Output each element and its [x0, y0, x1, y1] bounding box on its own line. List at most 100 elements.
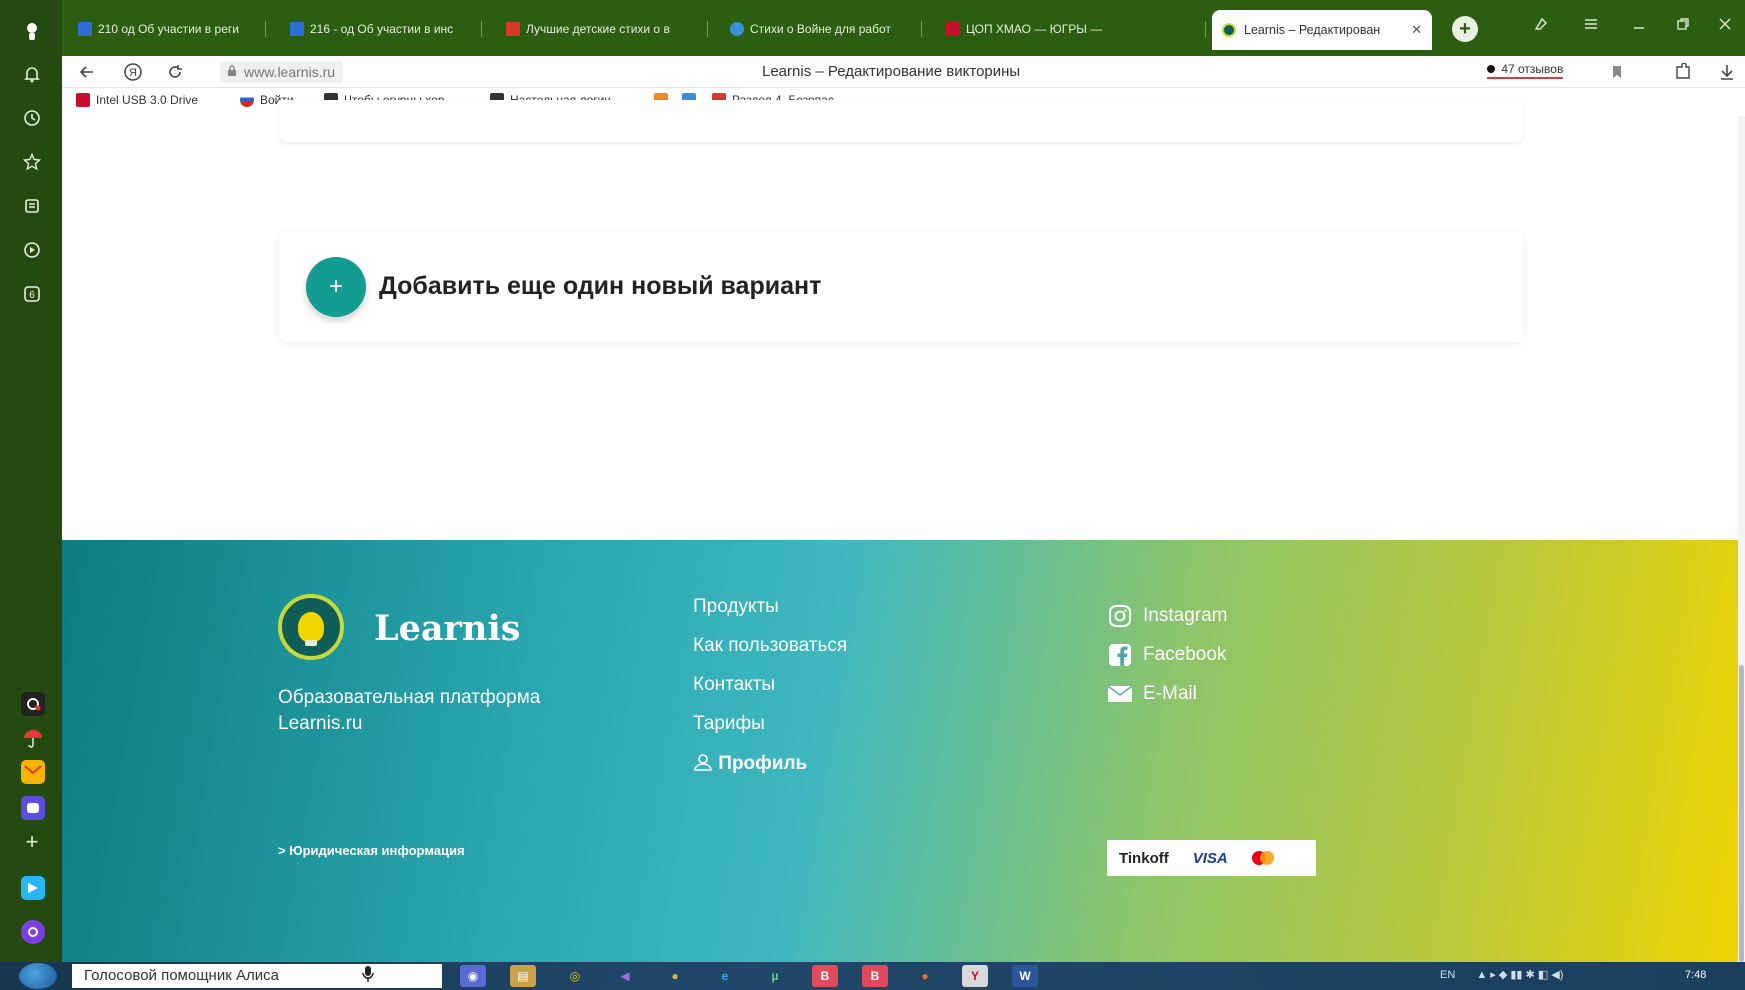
previous-variant-card [279, 100, 1523, 142]
utorrent-taskbar-icon[interactable]: µ [762, 965, 788, 987]
legal-info-link[interactable]: > Юридическая информация [278, 843, 465, 858]
email-label: E-Mail [1143, 682, 1197, 704]
tablet-mode-icon[interactable] [1530, 16, 1552, 37]
reviews-link[interactable]: 47 отзывов [1487, 62, 1564, 79]
footer-link-pricing[interactable]: Тарифы [693, 713, 847, 752]
close-window-icon[interactable] [1714, 16, 1736, 36]
system-tray[interactable]: EN ▲ ▸ ◆ ▮▮ ✱ ◧ ◀) [1440, 968, 1563, 981]
tab-2[interactable]: 216 - од Об участии в инс [282, 14, 482, 44]
reload-icon[interactable] [164, 61, 186, 83]
scrollbar-thumb[interactable] [1739, 665, 1744, 962]
taskbar-clock[interactable]: 7:48 [1685, 969, 1706, 981]
footer-link-profile[interactable]: Профиль [693, 752, 847, 791]
browser-taskbar-icon[interactable]: ● [912, 965, 938, 987]
profile-label: Профиль [718, 753, 808, 774]
tab-3-title: Лучшие детские стихи о в [526, 22, 670, 36]
ie-taskbar-icon[interactable]: e [712, 965, 738, 987]
site-footer: Learnis Образовательная платформа Learni… [62, 540, 1745, 962]
menu-icon[interactable] [1580, 16, 1602, 36]
mail-icon [1107, 681, 1133, 707]
yandex-icon[interactable]: Я [122, 61, 144, 83]
instagram-icon [1107, 603, 1133, 629]
tab-3[interactable]: Лучшие детские стихи о в [498, 14, 708, 44]
add-variant-button[interactable]: + [306, 257, 366, 317]
browser-side-panel: 6 + [0, 0, 62, 962]
new-tab-button[interactable]: + [1452, 16, 1478, 42]
microphone-icon[interactable] [362, 965, 374, 988]
social-instagram[interactable]: Instagram [1107, 596, 1227, 635]
tab-1-title: 210 од Об участии в реги [98, 22, 239, 36]
add-app-icon[interactable]: + [20, 830, 44, 854]
footer-nav: Продукты Как пользоваться Контакты Тариф… [693, 596, 847, 791]
document-icon [78, 22, 92, 36]
start-button-icon[interactable] [19, 963, 57, 989]
counter-badge-icon[interactable]: 6 [20, 282, 44, 306]
play-icon[interactable] [20, 238, 44, 262]
learnis-logo[interactable] [278, 594, 344, 660]
notifications-icon[interactable] [20, 62, 44, 86]
learnis-favicon-icon [1222, 23, 1236, 37]
tab-1[interactable]: 210 од Об участии в реги [70, 14, 266, 44]
tray-icons[interactable]: ▲ ▸ ◆ ▮▮ ✱ ◧ ◀) [1476, 969, 1563, 981]
pdf2-taskbar-icon[interactable]: B [862, 965, 888, 987]
url-field[interactable]: www.learnis.ru [220, 61, 344, 83]
add-variant-label[interactable]: Добавить еще один новый вариант [379, 272, 821, 301]
umbrella-app-icon[interactable] [21, 726, 45, 750]
reviews-label: 47 отзывов [1501, 62, 1564, 76]
url-domain: www.learnis.ru [244, 64, 336, 80]
tab-4[interactable]: Стихи о Войне для работ [722, 14, 922, 44]
close-tab-icon[interactable]: ✕ [1411, 22, 1422, 38]
yandex-taskbar-icon[interactable]: Y [962, 965, 988, 987]
tab-active-learnis[interactable]: Learnis – Редактирован ✕ [1212, 10, 1432, 50]
social-links: Instagram Facebook E-Mail [1107, 596, 1227, 713]
extensions-icon[interactable] [1672, 61, 1694, 83]
messenger-app-icon[interactable] [21, 796, 45, 820]
facebook-label: Facebook [1143, 643, 1227, 665]
alice-app-icon[interactable] [21, 920, 45, 944]
assistant-label: Голосовой помощник Алиса [84, 967, 279, 984]
bookmark-intel-usb[interactable]: Intel USB 3.0 Drive [76, 93, 226, 107]
site-favicon-icon [730, 22, 744, 36]
music-app-icon[interactable] [21, 692, 45, 716]
send-app-icon[interactable] [21, 876, 45, 900]
viber-taskbar-icon[interactable]: ◉ [460, 965, 486, 987]
download-icon[interactable] [1716, 61, 1738, 83]
footer-link-contacts[interactable]: Контакты [693, 674, 847, 713]
tab-5[interactable]: ЦОП ХМАО — ЮГРЫ — [938, 14, 1206, 44]
bookmark-label: Intel USB 3.0 Drive [96, 93, 199, 107]
footer-link-products[interactable]: Продукты [693, 596, 847, 635]
app-taskbar-icon[interactable]: ● [662, 965, 688, 987]
pdf-taskbar-icon[interactable]: B [812, 965, 838, 987]
mail-app-icon[interactable] [21, 760, 45, 784]
add-variant-card[interactable]: + Добавить еще один новый вариант [279, 232, 1523, 342]
language-indicator[interactable]: EN [1440, 969, 1455, 981]
footer-brand[interactable]: Learnis [374, 608, 520, 649]
back-arrow-icon[interactable] [76, 61, 98, 83]
site-favicon-icon [946, 22, 960, 36]
chrome-like-taskbar-icon[interactable]: ◎ [562, 965, 588, 987]
visa-logo: VISA [1192, 849, 1228, 867]
minimize-icon[interactable] [1628, 16, 1650, 36]
facebook-icon [1107, 642, 1133, 668]
tab-4-title: Стихи о Войне для работ [750, 22, 891, 36]
explorer-taskbar-icon[interactable]: ▤ [510, 965, 536, 987]
bookmark-icon[interactable] [1606, 61, 1628, 83]
history-icon[interactable] [20, 106, 44, 130]
page-title: Learnis – Редактирование викторины [762, 63, 1021, 80]
favorites-star-icon[interactable] [20, 150, 44, 174]
footer-link-how-to-use[interactable]: Как пользоваться [693, 635, 847, 674]
collections-icon[interactable] [20, 194, 44, 218]
lock-icon [227, 65, 237, 80]
profile-icon[interactable] [20, 20, 44, 44]
social-facebook[interactable]: Facebook [1107, 635, 1227, 674]
intel-favicon-icon [76, 93, 90, 107]
tinkoff-logo: Tinkoff [1119, 849, 1169, 867]
social-email[interactable]: E-Mail [1107, 674, 1227, 713]
restore-icon[interactable] [1672, 16, 1694, 36]
vs-taskbar-icon[interactable]: ◀ [612, 965, 638, 987]
instagram-label: Instagram [1143, 604, 1228, 626]
mastercard-icon [1251, 851, 1274, 865]
word-taskbar-icon[interactable]: W [1012, 965, 1038, 987]
voice-assistant-search[interactable]: Голосовой помощник Алиса [72, 964, 442, 988]
speech-bubble-icon [1487, 65, 1495, 73]
